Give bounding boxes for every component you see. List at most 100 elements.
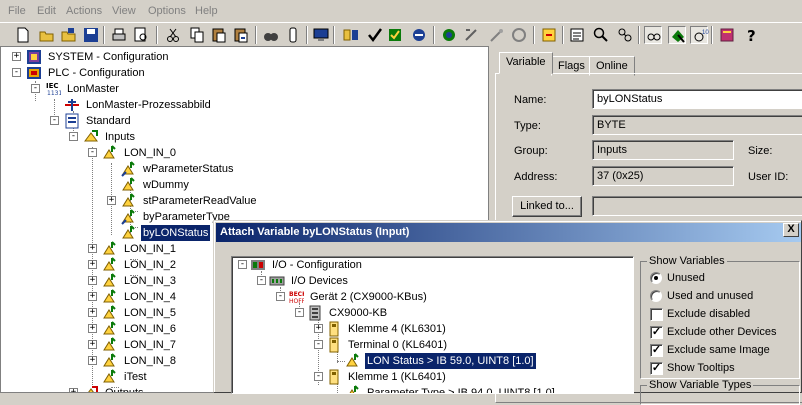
zoom-icon[interactable]	[592, 26, 610, 44]
dialog-tree-item[interactable]: - I/O Devices	[232, 273, 633, 289]
set-run-mode-icon[interactable]	[410, 26, 428, 44]
name-field[interactable]: byLONStatus	[592, 89, 802, 109]
group-field: Inputs	[592, 140, 734, 160]
print-preview-icon[interactable]	[132, 26, 150, 44]
toolbar-separator	[711, 26, 713, 44]
dialog-tree-item[interactable]: -BECKHOFFGerät 2 (CX9000-KBus)	[232, 289, 633, 305]
tree-item[interactable]: - PLC - Configuration	[1, 65, 488, 81]
expand-icon[interactable]: +	[88, 324, 97, 333]
expand-icon[interactable]: +	[88, 276, 97, 285]
check-configuration-icon[interactable]	[366, 26, 384, 44]
network-scan-icon[interactable]	[440, 26, 458, 44]
toggle-free-run-icon[interactable]	[540, 26, 558, 44]
checkbox-icon[interactable]	[650, 308, 663, 321]
tree-item-label: Gerät 2 (CX9000-KBus)	[310, 291, 427, 303]
collapse-icon[interactable]: -	[31, 84, 40, 93]
open-icon[interactable]	[38, 26, 56, 44]
show-online-data-icon[interactable]	[568, 26, 586, 44]
expand-icon[interactable]: +	[88, 244, 97, 253]
tree-item[interactable]: wParameterStatus	[1, 161, 488, 177]
toolbar-separator	[562, 26, 564, 44]
tree-item[interactable]: LonMaster-Prozessabbild	[1, 97, 488, 113]
help-icon[interactable]: ?	[742, 26, 760, 45]
dialog-tree-item[interactable]: - Klemme 1 (KL6401)	[232, 369, 633, 385]
plc-config-icon	[26, 65, 42, 81]
copy-icon[interactable]	[188, 26, 206, 44]
expand-icon[interactable]: +	[12, 52, 21, 61]
menu-options[interactable]: Options	[148, 5, 186, 17]
input-variable-icon	[121, 177, 137, 193]
dialog-tree-item[interactable]: - I/O - Configuration	[232, 257, 633, 273]
task-icon	[64, 113, 80, 129]
collapse-icon[interactable]: -	[314, 340, 323, 349]
checkbox-icon[interactable]: ✓	[650, 344, 663, 357]
close-icon[interactable]: X	[783, 223, 799, 237]
tree-item[interactable]: wDummy	[1, 177, 488, 193]
tree-item[interactable]: + SYSTEM - Configuration	[1, 49, 488, 65]
generate-mappings-icon[interactable]	[342, 26, 360, 44]
paste-icon[interactable]	[210, 26, 228, 44]
dialog-title-bar[interactable]: Attach Variable byLONStatus (Input)	[216, 223, 801, 242]
tree-item[interactable]: - LON_IN_0	[1, 145, 488, 161]
tab-variable[interactable]: Variable	[499, 52, 553, 74]
expand-icon[interactable]: +	[88, 292, 97, 301]
collapse-icon[interactable]: -	[276, 292, 285, 301]
radio-button-icon[interactable]	[650, 272, 662, 284]
linked-to-button[interactable]: Linked to...	[512, 196, 582, 217]
tree-item-label: Klemme 1 (KL6401)	[348, 371, 446, 383]
menu-view[interactable]: View	[112, 5, 136, 17]
collapse-icon[interactable]: -	[238, 260, 247, 269]
collapse-icon[interactable]: -	[88, 148, 97, 157]
tree-item-label: Klemme 4 (KL6301)	[348, 323, 446, 335]
restart-icon[interactable]	[462, 26, 480, 44]
replace-icon[interactable]	[284, 26, 302, 44]
activate-configuration-icon[interactable]	[386, 26, 404, 44]
wizard-icon[interactable]	[488, 26, 506, 44]
goto-link-icon[interactable]	[616, 26, 634, 44]
show-variables-icon[interactable]	[644, 26, 662, 44]
dialog-tree-item[interactable]: - Terminal 0 (KL6401)	[232, 337, 633, 353]
monitor-icon[interactable]	[312, 26, 330, 44]
expand-icon[interactable]: +	[107, 196, 116, 205]
expand-icon[interactable]: +	[69, 388, 78, 392]
find-icon[interactable]	[262, 26, 280, 44]
tree-item[interactable]: - Standard	[1, 113, 488, 129]
collapse-icon[interactable]: -	[69, 132, 78, 141]
dialog-tree-item[interactable]: + Klemme 4 (KL6301)	[232, 321, 633, 337]
expand-icon[interactable]: +	[88, 308, 97, 317]
collapse-icon[interactable]: -	[12, 68, 21, 77]
save-folder-icon[interactable]	[60, 26, 78, 44]
expand-icon[interactable]: +	[88, 340, 97, 349]
radio-button-icon[interactable]	[650, 290, 662, 302]
collapse-icon[interactable]: -	[314, 372, 323, 381]
tree-item[interactable]: - Inputs	[1, 129, 488, 145]
print-icon[interactable]	[110, 26, 128, 44]
menu-edit[interactable]: Edit	[37, 5, 56, 17]
expand-icon[interactable]: +	[88, 260, 97, 269]
io-variable-tree[interactable]: -I/O - Configuration-I/O Devices-BECKHOF…	[231, 256, 634, 394]
io-config-icon	[250, 257, 266, 273]
checkbox-icon[interactable]: ✓	[650, 362, 663, 375]
cut-icon[interactable]	[164, 26, 182, 44]
dialog-tree-item[interactable]: - CX9000-KB	[232, 305, 633, 321]
tree-item[interactable]: - IEC 1131 LonMaster	[1, 81, 488, 97]
expand-icon[interactable]: +	[88, 356, 97, 365]
show-signals-icon[interactable]	[668, 26, 686, 44]
dialog-tree-item[interactable]: LON Status > IB 59.0, UINT8 [1.0]	[232, 353, 633, 369]
menu-actions[interactable]: Actions	[66, 5, 102, 17]
checkbox-icon[interactable]: ✓	[650, 326, 663, 339]
menu-file[interactable]: File	[8, 5, 26, 17]
collapse-icon[interactable]: -	[257, 276, 266, 285]
show-sub-items-icon[interactable]: 10	[690, 26, 709, 44]
collapse-icon[interactable]: -	[295, 308, 304, 317]
collapse-icon[interactable]: -	[50, 116, 59, 125]
tree-item[interactable]: + stParameterReadValue	[1, 193, 488, 209]
help-book-icon[interactable]	[718, 26, 736, 44]
menu-help[interactable]: Help	[195, 5, 218, 17]
new-icon[interactable]	[14, 26, 32, 44]
refresh-icon[interactable]	[510, 26, 528, 44]
paste-with-links-icon[interactable]	[232, 26, 250, 44]
option-label: Show Tooltips	[667, 362, 735, 374]
expand-icon[interactable]: +	[314, 324, 323, 333]
save-icon[interactable]	[82, 26, 100, 44]
